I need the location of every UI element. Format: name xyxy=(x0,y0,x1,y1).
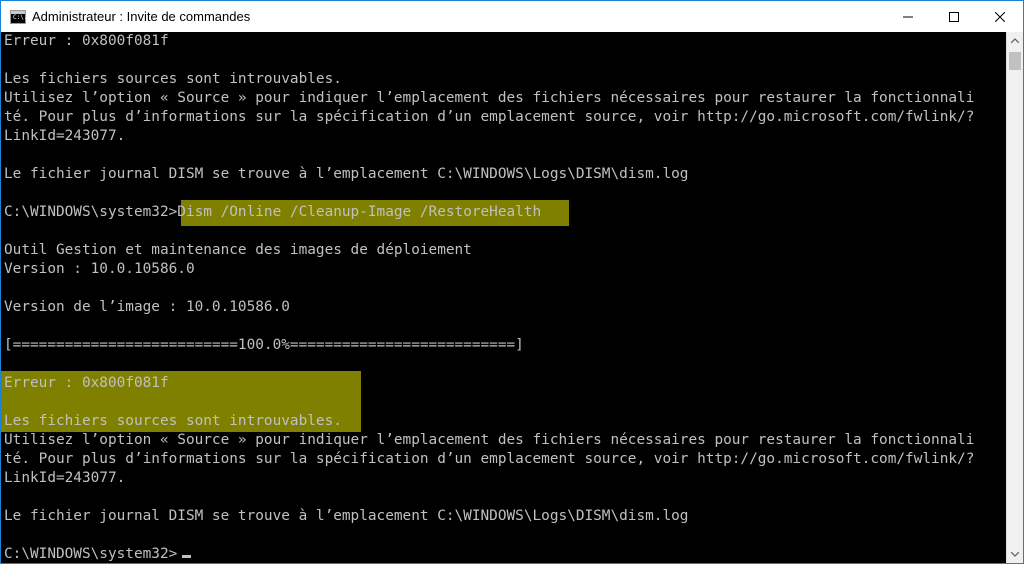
console-line: Outil Gestion et maintenance des images … xyxy=(4,242,472,258)
window-controls xyxy=(885,1,1023,32)
scroll-up-button[interactable] xyxy=(1007,32,1023,49)
console-line: Les fichiers sources sont introuvables. xyxy=(4,413,342,429)
vertical-scrollbar[interactable] xyxy=(1006,32,1023,563)
minimize-icon xyxy=(903,16,913,17)
console-line: té. Pour plus d’informations sur la spéc… xyxy=(4,109,975,125)
console-line: Utilisez l’option « Source » pour indiqu… xyxy=(4,432,975,448)
console-line: Utilisez l’option « Source » pour indiqu… xyxy=(4,90,975,106)
command-prompt: C:\WINDOWS\system32> xyxy=(4,204,178,220)
window-title: Administrateur : Invite de commandes xyxy=(32,9,251,24)
close-button[interactable] xyxy=(977,1,1023,32)
console-output[interactable]: Erreur : 0x800f081f Les fichiers sources… xyxy=(1,32,1006,563)
command-prompt-window: C:\. Administrateur : Invite de commande… xyxy=(0,0,1024,564)
text-cursor xyxy=(182,555,191,558)
maximize-button[interactable] xyxy=(931,1,977,32)
console-line: Les fichiers sources sont introuvables. xyxy=(4,71,342,87)
console-line: té. Pour plus d’informations sur la spéc… xyxy=(4,451,975,467)
console-line: Le fichier journal DISM se trouve à l’em… xyxy=(4,166,689,182)
console-line: Version : 10.0.10586.0 xyxy=(4,261,195,277)
close-icon xyxy=(995,11,1005,22)
command-text: Dism /Online /Cleanup-Image /RestoreHeal… xyxy=(177,204,542,220)
prompt-line: C:\WINDOWS\system32> xyxy=(4,546,178,562)
console-line: Erreur : 0x800f081f xyxy=(4,375,169,391)
minimize-button[interactable] xyxy=(885,1,931,32)
console-line: LinkId=243077. xyxy=(4,470,126,486)
chevron-up-icon xyxy=(1011,38,1019,43)
console-line: Le fichier journal DISM se trouve à l’em… xyxy=(4,508,689,524)
cmd-icon[interactable]: C:\. xyxy=(10,9,28,24)
console-line: Version de l’image : 10.0.10586.0 xyxy=(4,299,290,315)
progress-line: [==========================100.0%=======… xyxy=(4,337,524,353)
cmd-icon-text: C:\. xyxy=(13,13,28,21)
title-bar[interactable]: C:\. Administrateur : Invite de commande… xyxy=(1,1,1023,32)
scroll-down-button[interactable] xyxy=(1007,546,1023,563)
command-line: C:\WINDOWS\system32>Dism /Online /Cleanu… xyxy=(4,203,541,222)
maximize-icon xyxy=(949,11,959,22)
scrollbar-thumb[interactable] xyxy=(1009,52,1021,70)
chevron-down-icon xyxy=(1011,552,1019,557)
console-line: LinkId=243077. xyxy=(4,128,126,144)
console-line: Erreur : 0x800f081f xyxy=(4,33,169,49)
